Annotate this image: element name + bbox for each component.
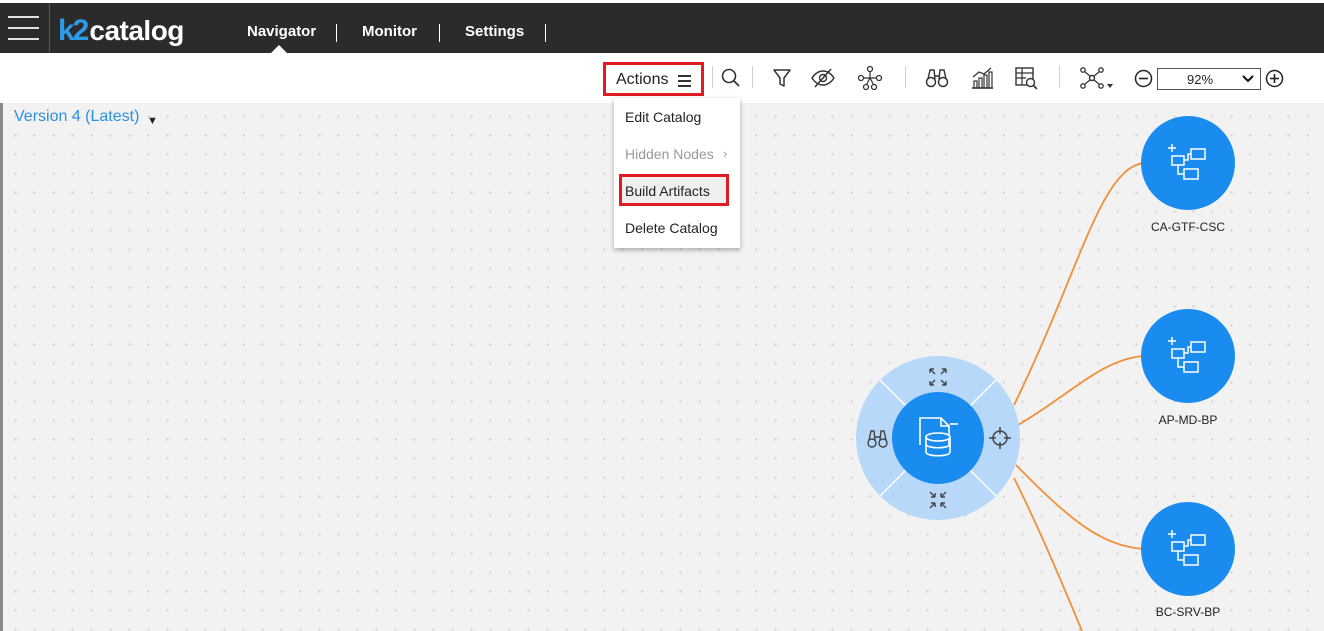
highlight-box: Build Artifacts — [619, 174, 729, 206]
graph-edge — [1015, 464, 1144, 550]
menu-item-label: Edit Catalog — [625, 109, 702, 125]
graph-edge — [1017, 355, 1144, 426]
menu-item-label: Delete Catalog — [625, 220, 718, 236]
node-label[interactable]: BC-SRV-BP — [1128, 605, 1248, 619]
menu-item-delete-catalog[interactable]: Delete Catalog — [614, 209, 740, 246]
app-window: { "app": { "logo_k2": "k2", "logo_text":… — [0, 0, 1324, 631]
menu-item-label: Hidden Nodes — [625, 146, 714, 162]
graph-node — [1141, 502, 1235, 596]
menu-item-build-artifacts[interactable]: Build Artifacts — [614, 172, 740, 209]
chevron-right-icon: › — [723, 146, 728, 161]
menu-item-edit-catalog[interactable]: Edit Catalog — [614, 98, 740, 135]
catalog-graph — [856, 116, 1235, 631]
actions-menu: Edit Catalog Hidden Nodes › Build Artifa… — [614, 98, 740, 248]
graph-edge — [1013, 162, 1144, 406]
graph-node — [1141, 116, 1235, 210]
graph-edge — [1013, 477, 1083, 631]
node-label[interactable]: AP-MD-BP — [1128, 413, 1248, 427]
node-label[interactable]: CA-GTF-CSC — [1128, 220, 1248, 234]
menu-item-label: Build Artifacts — [625, 183, 710, 199]
graph-node — [1141, 309, 1235, 403]
menu-item-hidden-nodes[interactable]: Hidden Nodes › — [614, 135, 740, 172]
